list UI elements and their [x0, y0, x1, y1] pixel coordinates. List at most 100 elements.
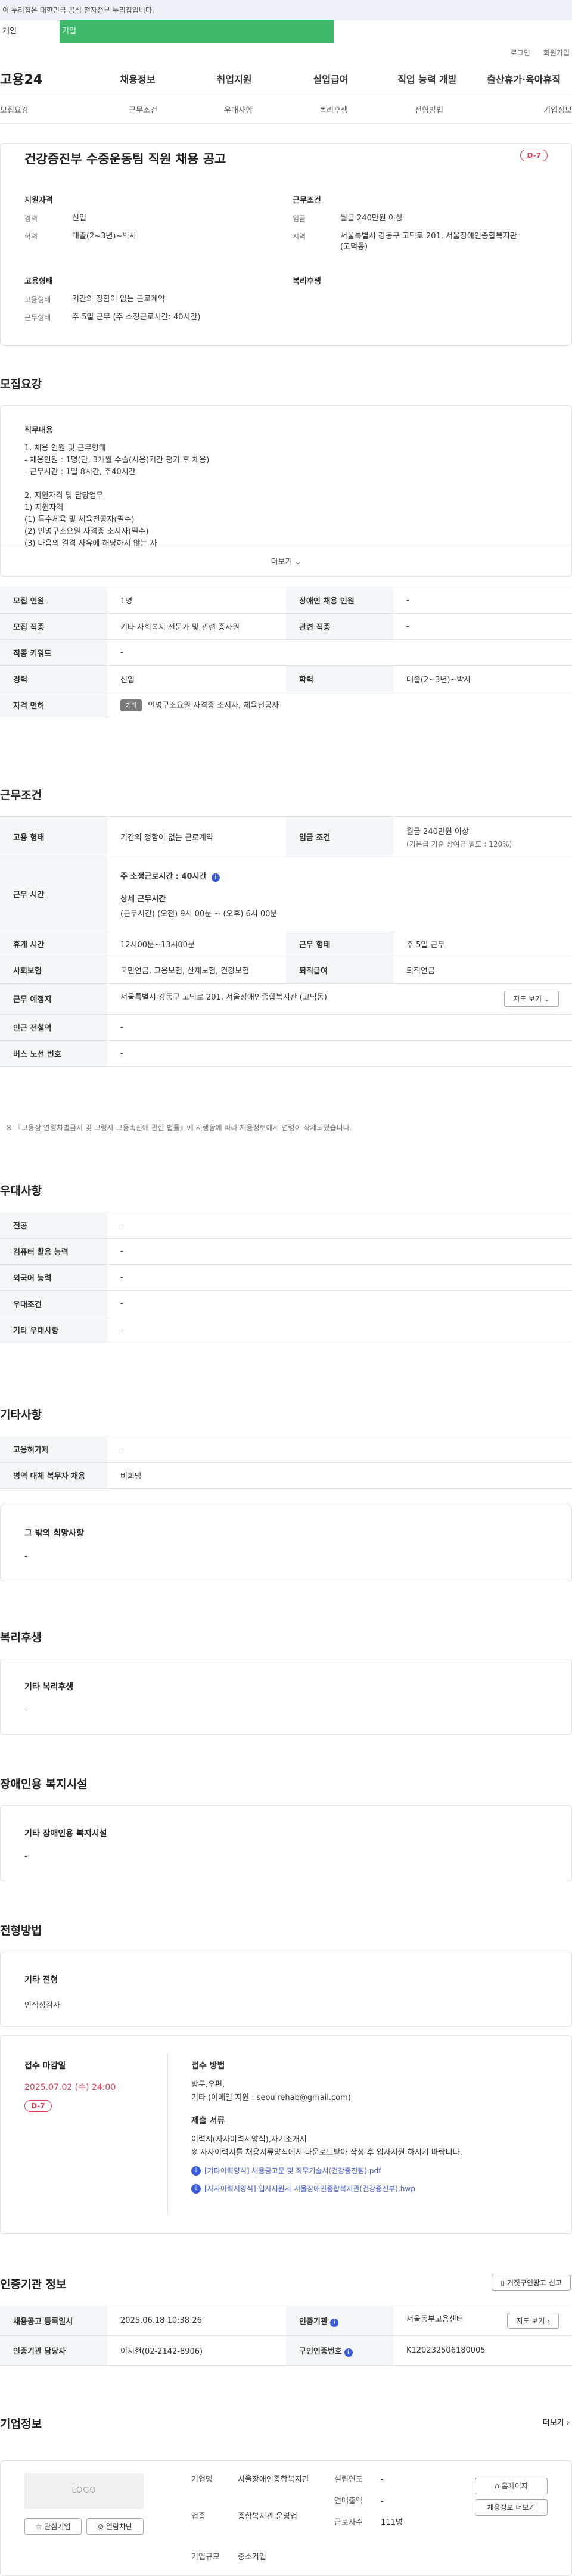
other-wishes-value: - [24, 1552, 27, 1561]
signup-link[interactable]: 회원가입 [543, 48, 570, 58]
tab-individual[interactable]: 개인 [0, 20, 60, 43]
report-false-ad-button[interactable]: ▯ 거짓구인광고 신고 [492, 2275, 571, 2291]
job-desc-line: (2) 인명구조요원 자격증 소지자(필수) [24, 527, 149, 536]
login-link[interactable]: 로그인 [511, 48, 530, 58]
cell-key: 전공 [0, 1212, 107, 1239]
cell-value: 주 소정근로시간 : 40시간 i 상세 근무시간 (근무시간) (오전) 9시… [107, 857, 572, 931]
job-desc-line: (1) 특수체육 및 체육전공자(필수) [24, 515, 135, 524]
industry-label: 업종 [191, 2512, 206, 2521]
cell-value: - [107, 1436, 572, 1463]
file-download-link[interactable]: ⇩ [기타이력양식] 채용공고문 및 직무기술서(건강증진팀).pdf [191, 2164, 549, 2177]
cell-value: 퇴직연금 [393, 957, 572, 984]
tab-company[interactable]: 기업 [60, 20, 334, 43]
dday-badge: D-7 [520, 150, 548, 161]
selection-box: 기타 전형 인적성검사 [0, 1952, 572, 2027]
info-icon[interactable]: i [344, 2348, 353, 2357]
company-size-label: 기업규모 [191, 2553, 220, 2562]
agency-map-button[interactable]: 지도 보기 › [507, 2313, 559, 2329]
company-info-box: LOGO ☆ 관심기업 ⊘ 열람차단 기업명 서울장애인종합복지관 설립연도 - 연… [0, 2460, 572, 2576]
anchor-selection[interactable]: 전형방법 [381, 104, 477, 115]
employees-label: 근로자수 [334, 2518, 363, 2527]
anchor-work[interactable]: 근무조건 [95, 104, 191, 115]
chevron-down-icon: ⌄ [543, 995, 550, 1003]
global-nav: 고용24 채용정보 취업지원 실업급여 직업 능력 개발 출산휴가·육아휴직 [0, 62, 572, 95]
anchor-company[interactable]: 기업정보 [477, 104, 572, 115]
cell-key: 임금 조건 [286, 816, 393, 857]
place-value: 서울특별시 강동구 고덕로 201, 서울장애인종합복지관 (고덕동) [120, 993, 327, 1002]
document-icon: ▯ [500, 2279, 505, 2287]
cell-value: 기타 인명구조요원 자격증 소지자, 체육전공자 [107, 692, 572, 718]
dday-badge: D-7 [24, 2100, 52, 2112]
anchor-recruit[interactable]: 모집요강 [0, 104, 95, 115]
cell-key: 구인인증번호 i [286, 2335, 393, 2366]
homepage-label: 홈페이지 [501, 2482, 528, 2490]
selection-section-title: 전형방법 [0, 1924, 42, 1937]
work-type-value: 주 5일 근무 (주 소정근로시간: 40시간) [72, 313, 201, 322]
cell-key: 퇴직급여 [286, 957, 393, 984]
anchor-preference[interactable]: 우대사항 [191, 104, 286, 115]
age-law-note: ※ 『고용상 연령차별금지 및 고령자 고용촉진에 관한 법률』에 시행함에 따… [6, 1124, 352, 1132]
conditions-heading: 근무조건 [293, 196, 321, 205]
welfare-etc-heading: 기타 복리후생 [24, 1682, 74, 1692]
top-tabs: 개인 기업 [0, 20, 572, 43]
license-value: 인명구조요원 자격증 소지자, 체육전공자 [148, 701, 279, 710]
welfare-section-title: 복리후생 [0, 1631, 42, 1644]
company-size-row: 기업규모 중소기업 [191, 2550, 266, 2562]
cell-key: 인증기관 i [286, 2306, 393, 2336]
method-block: 접수 방법 방문,우편, 기타 (이메일 지원 : seoulrehab@gma… [191, 2059, 549, 2195]
company-more-link[interactable]: 더보기 › [543, 2416, 570, 2428]
cell-key: 근무 형태 [286, 931, 393, 957]
gnb-vocational-training[interactable]: 직업 능력 개발 [379, 71, 475, 86]
info-icon[interactable]: i [329, 2318, 338, 2327]
homepage-button[interactable]: ⌂ 홈페이지 [475, 2478, 548, 2494]
cell-key: 인증기관 담당자 [0, 2335, 107, 2366]
cell-key: 채용공고 등록일시 [0, 2306, 107, 2336]
gnb-unemployment-benefit[interactable]: 실업급여 [282, 71, 379, 86]
cell-value: 신입 [107, 665, 286, 692]
cell-key: 버스 노선 번호 [0, 1040, 107, 1067]
company-more-label: 더보기 [542, 2419, 564, 2428]
section-anchor-bar: 모집요강 근무조건 우대사항 복리후생 전형방법 기업정보 [0, 95, 572, 124]
cell-key: 직종 키워드 [0, 639, 107, 666]
application-box: 접수 마감일 2025.07.02 (수) 24:00 D-7 접수 방법 방문… [0, 2035, 572, 2234]
gnb-jobs[interactable]: 채용정보 [89, 71, 186, 86]
summary-conditions: 근무조건 임금 월급 240만원 이상 지역 서울특별시 강동구 고덕로 201, … [293, 194, 519, 260]
map-button-label: 지도 보기 [516, 2317, 545, 2325]
job-desc-line: 1) 지원자격 [24, 503, 64, 512]
file-download-link[interactable]: ⇩ [자사이력서양식] 입사지원서-서울장애인종합복지관(건강증진부).hwp [191, 2182, 549, 2195]
info-icon[interactable]: i [212, 873, 220, 882]
disabled-facility-section-title: 장애인용 복지시설 [0, 1778, 88, 1791]
chevron-right-icon: › [566, 2419, 570, 2428]
block-view-button[interactable]: ⊘ 열람차단 [86, 2518, 144, 2535]
favorite-company-button[interactable]: ☆ 관심기업 [24, 2518, 82, 2535]
gnb-employment-support[interactable]: 취업지원 [186, 71, 282, 86]
agency-section-title: 인증기관 정보 [0, 2278, 67, 2291]
anchor-welfare[interactable]: 복리후생 [286, 104, 381, 115]
cell-key: 근무 시간 [0, 857, 107, 931]
company-name-label: 기업명 [191, 2475, 213, 2484]
area-value: 서울특별시 강동구 고덕로 201, 서울장애인종합복지관 (고덕동) [340, 232, 517, 251]
cell-value: - [107, 1212, 572, 1239]
cell-key: 인근 전철역 [0, 1014, 107, 1041]
more-jobs-button[interactable]: 채용정보 더보기 [475, 2499, 548, 2516]
cell-value: 12시00분~13시00분 [107, 931, 286, 957]
cell-key: 휴게 시간 [0, 931, 107, 957]
career-label: 경력 [24, 214, 38, 223]
sales-row: 연매출액 - [334, 2494, 384, 2506]
site-logo[interactable]: 고용24 [0, 69, 89, 88]
gnb-parental-leave[interactable]: 출산휴가·육아휴직 [475, 71, 572, 86]
map-button[interactable]: 지도 보기 ⌄ [504, 991, 559, 1007]
cell-value: - [107, 1014, 572, 1041]
summary-welfare: 복리후생 [293, 275, 519, 294]
chevron-down-icon: ⌄ [294, 558, 301, 567]
emp-type-value: 기간의 정함이 없는 근로계약 [72, 295, 165, 304]
employment-heading: 고용형태 [24, 277, 53, 286]
preference-section-title: 우대사항 [0, 1184, 42, 1197]
more-button[interactable]: 더보기 ⌄ [1, 547, 571, 577]
founded-row: 설립연도 - [334, 2473, 384, 2484]
cell-value: - [393, 587, 572, 614]
summary-employment: 고용형태 고용형태 기간의 정함이 없는 근로계약 근무형태 주 5일 근무 (주 … [24, 275, 251, 330]
company-section-title: 기업정보 [0, 2418, 42, 2431]
util-links: 로그인 회원가입 [0, 43, 572, 62]
cell-key: 병역 대체 복무자 채용 [0, 1462, 107, 1489]
